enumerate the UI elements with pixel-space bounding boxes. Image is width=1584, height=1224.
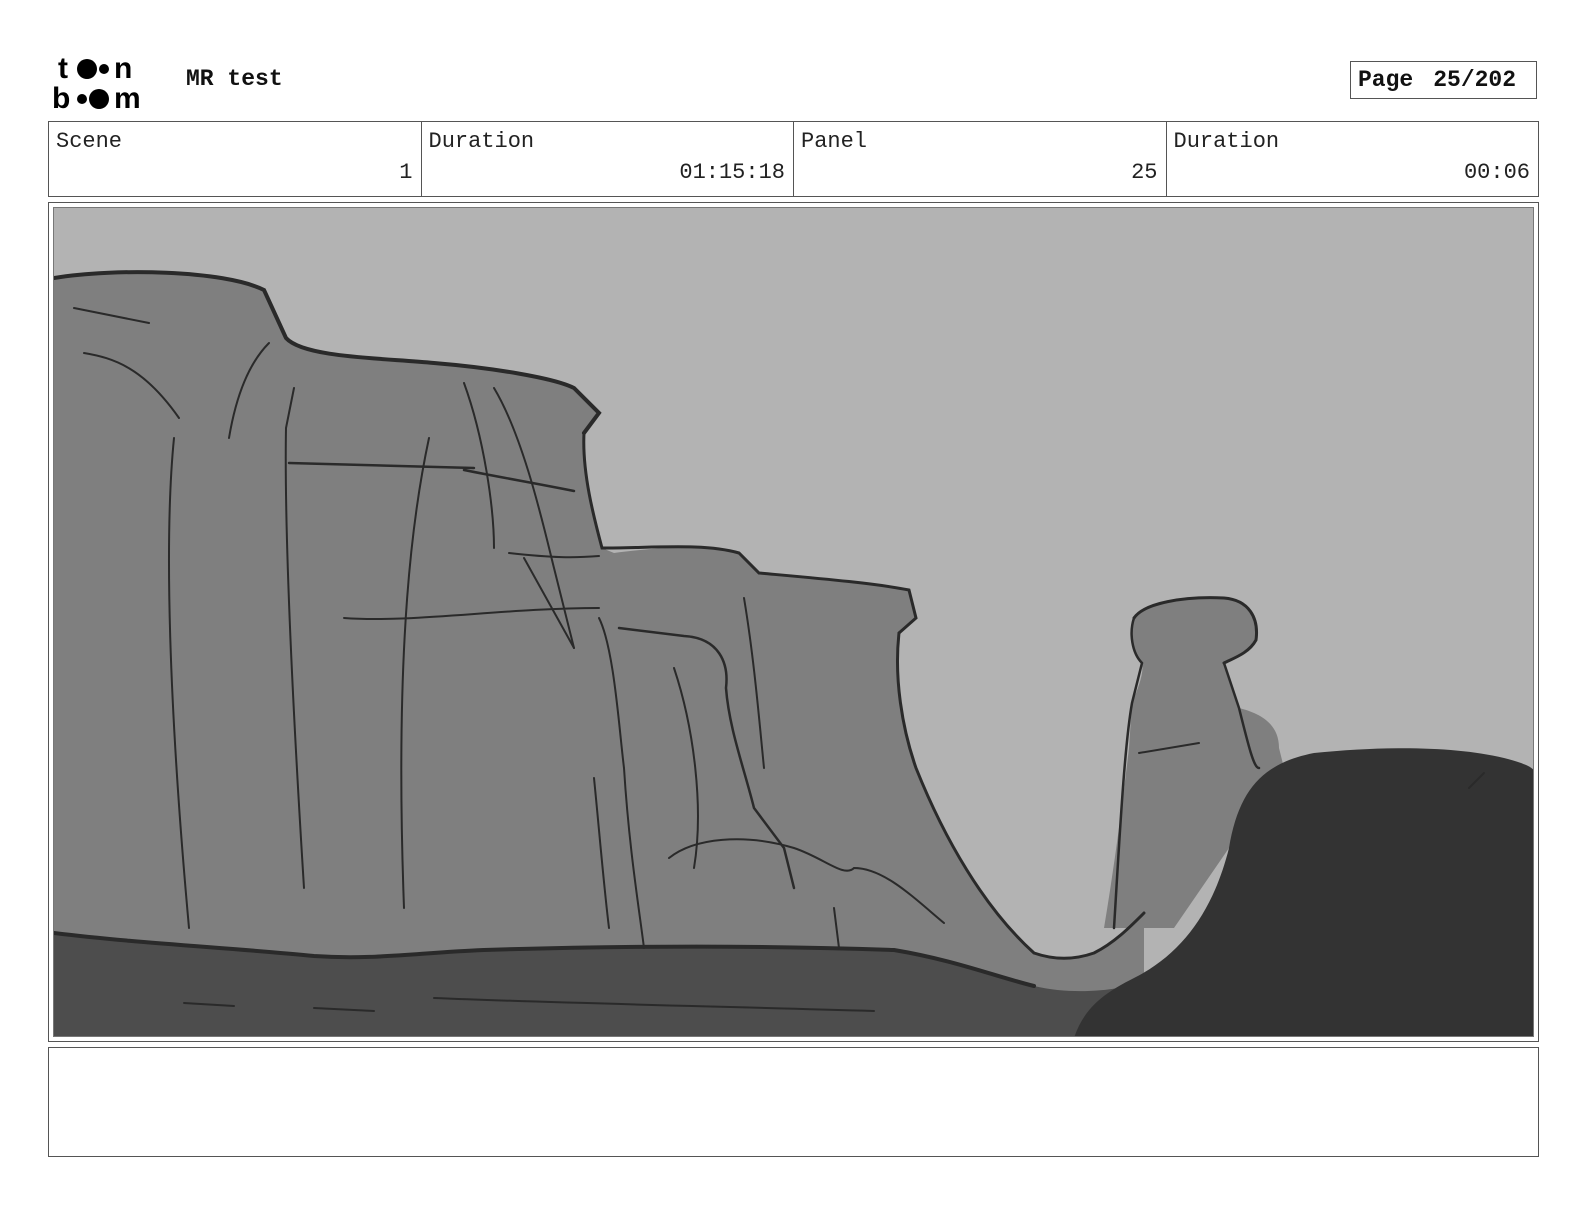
scene-value: 1 [399,160,413,185]
canyon-sketch [54,208,1533,1036]
panel-label: Panel [801,129,868,154]
scene-duration-label: Duration [428,129,535,154]
page-number: 25/202 [1433,67,1517,93]
scene-info-table: Scene 1 Duration 01:15:18 Panel 25 Durat… [48,121,1539,197]
panel-value: 25 [1131,160,1158,185]
page-indicator: Page 25/202 [1350,61,1537,99]
svg-text:m: m [114,82,141,112]
scene-cell: Scene 1 [49,122,422,196]
panel-duration-cell: Duration 00:06 [1167,122,1539,196]
project-title: MR test [186,66,283,92]
svg-text:b: b [52,82,70,112]
scene-label: Scene [56,129,123,154]
storyboard-panel-image [53,207,1534,1037]
page-label: Page [1358,67,1414,93]
panel-duration-value: 00:06 [1463,160,1530,185]
toon-boom-logo: t n b m [52,52,164,115]
svg-text:n: n [114,52,132,85]
storyboard-panel-frame [48,202,1539,1042]
scene-duration-cell: Duration 01:15:18 [422,122,794,196]
svg-text:t: t [58,52,68,85]
panel-duration-label: Duration [1173,129,1280,154]
scene-duration-value: 01:15:18 [679,160,785,185]
panel-cell: Panel 25 [794,122,1167,196]
panel-notes-box [48,1047,1539,1157]
